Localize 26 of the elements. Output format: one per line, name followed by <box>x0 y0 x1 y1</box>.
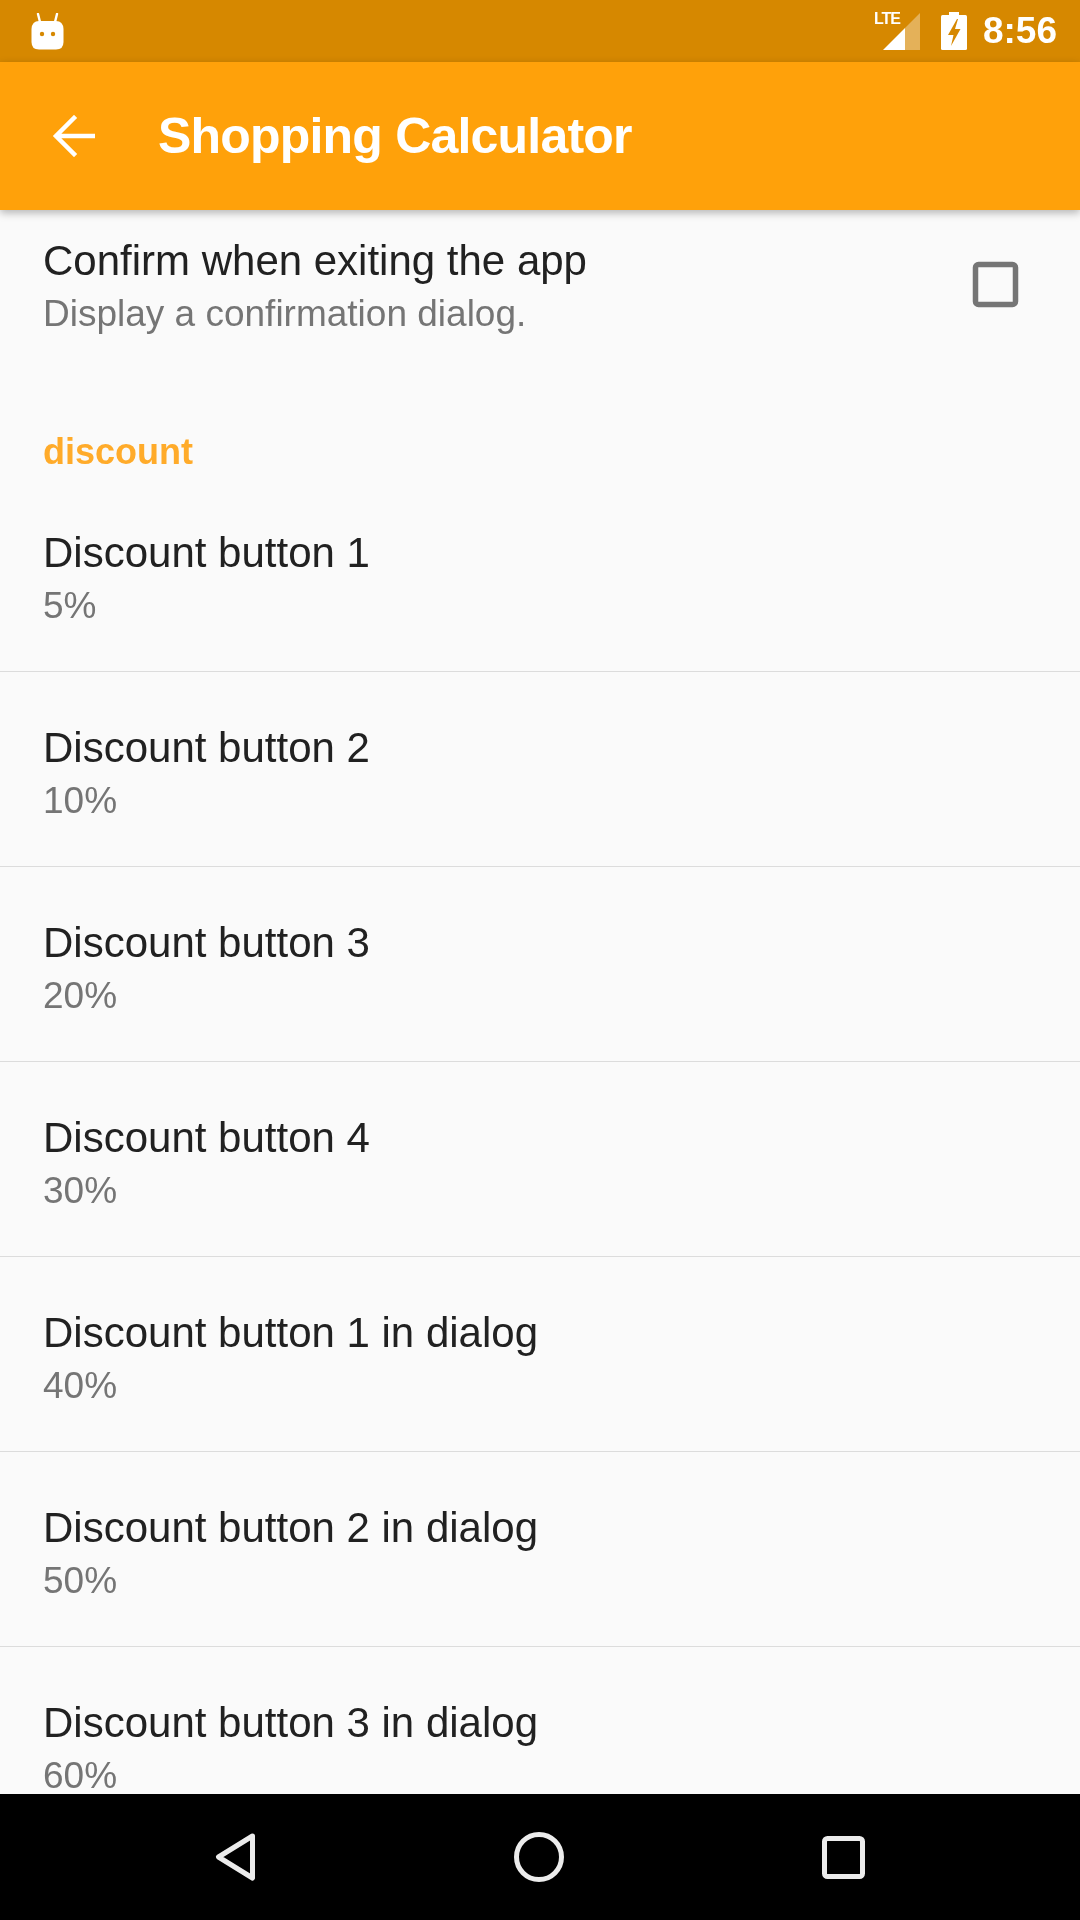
preference-title[interactable]: Discount button 3 in dialog <box>43 1698 1037 1748</box>
preference-summary: 5% <box>43 588 98 624</box>
preference-summary: Display a confirmation dialog. <box>43 296 528 332</box>
preference-title[interactable]: Discount button 4 <box>43 1113 1037 1163</box>
preference-title[interactable]: Discount button 1 in dialog <box>43 1308 1037 1358</box>
preference-title[interactable]: Discount button 2 <box>43 723 1037 773</box>
network-type-label: LTE <box>873 9 900 29</box>
category-header: discount <box>43 430 194 474</box>
status-time: 8:56 <box>982 11 1057 51</box>
preference-summary: 30% <box>43 1173 119 1209</box>
home-circle-icon[interactable] <box>514 1832 564 1882</box>
preference-title[interactable]: Discount button 1 <box>43 528 1037 578</box>
preference-summary: 60% <box>43 1758 119 1794</box>
preference-title[interactable]: Discount button 3 <box>43 918 1037 968</box>
recents-square-icon[interactable] <box>822 1835 865 1879</box>
preference-title[interactable]: Confirm when exiting the app <box>43 236 587 286</box>
preference-title[interactable]: Discount button 2 in dialog <box>43 1503 1037 1553</box>
back-triangle-icon[interactable] <box>215 1833 256 1881</box>
robot-head-icon <box>31 12 64 50</box>
checkbox[interactable] <box>972 260 1019 308</box>
battery-charging-icon <box>940 12 967 50</box>
app-title: Shopping Calculator <box>158 107 632 166</box>
preference-summary: 50% <box>43 1563 119 1599</box>
preference-summary: 40% <box>43 1368 119 1404</box>
preference-summary: 10% <box>43 783 119 819</box>
preference-summary: 20% <box>43 978 119 1014</box>
